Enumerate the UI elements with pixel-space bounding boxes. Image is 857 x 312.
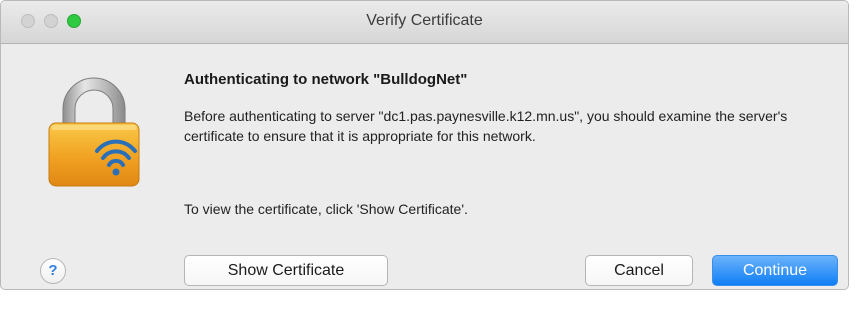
- cancel-button[interactable]: Cancel: [585, 255, 693, 286]
- show-certificate-button[interactable]: Show Certificate: [184, 255, 388, 286]
- help-button[interactable]: ?: [40, 258, 66, 284]
- window-title: Verify Certificate: [366, 12, 483, 29]
- continue-button[interactable]: Continue: [712, 255, 838, 286]
- dialog-instruction: To view the certificate, click 'Show Cer…: [184, 201, 468, 217]
- dialog-message: Before authenticating to server "dc1.pas…: [184, 108, 788, 144]
- dialog-heading: Authenticating to network "BulldogNet": [184, 71, 468, 88]
- title-bar[interactable]: Verify Certificate: [1, 1, 848, 44]
- lock-wifi-icon: [48, 77, 140, 187]
- help-icon: ?: [48, 262, 58, 279]
- verify-certificate-dialog: Verify Certificate Authenticating to net…: [0, 0, 849, 290]
